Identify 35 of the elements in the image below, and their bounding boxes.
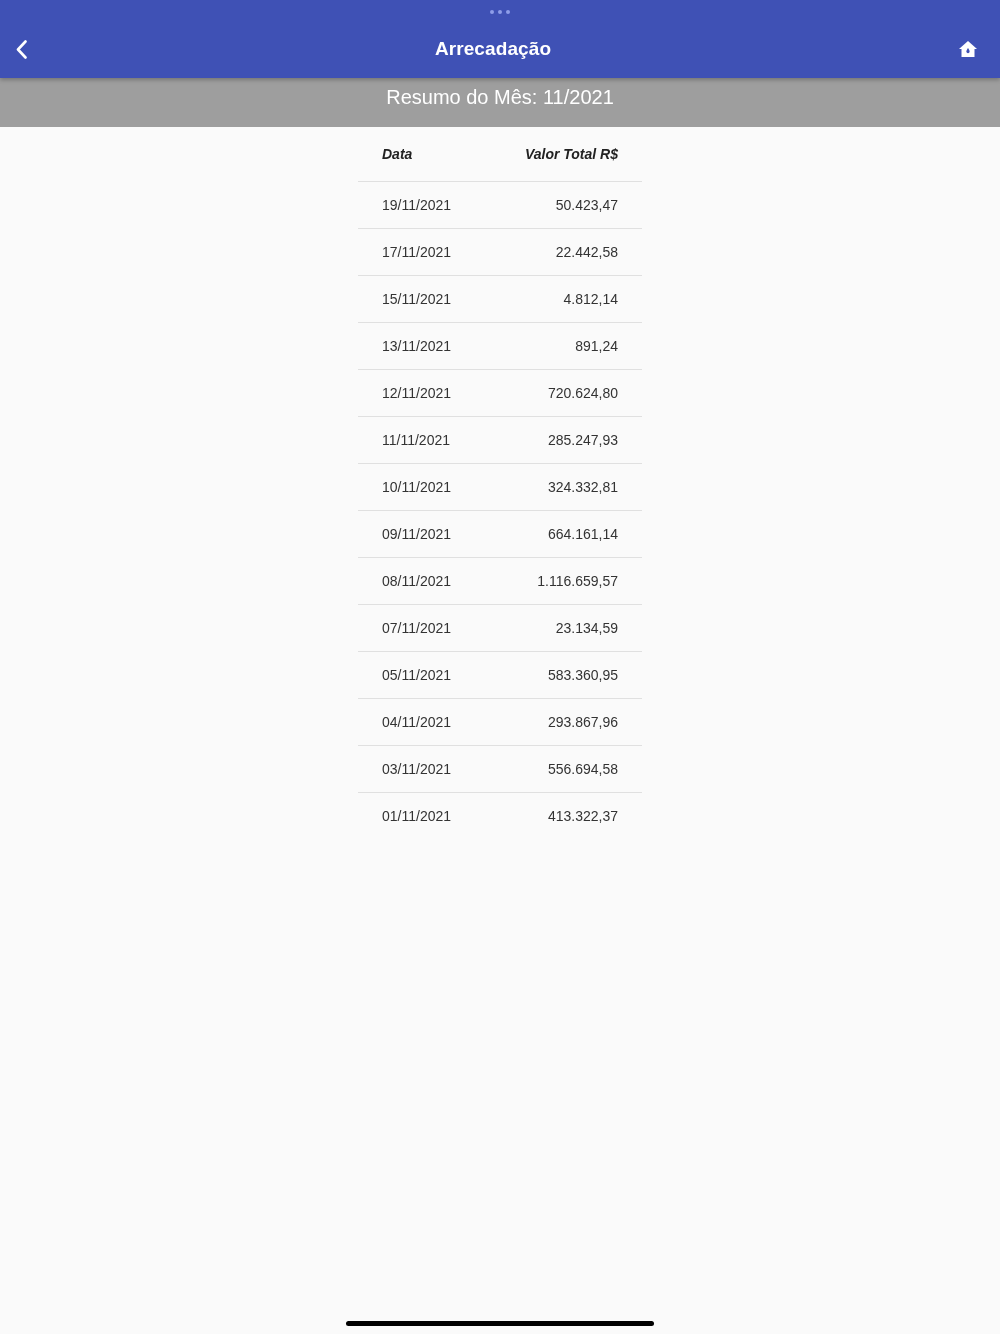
table-cell: 03/11/2021: [382, 760, 452, 778]
table-cell: 22.442,58: [555, 243, 618, 261]
table-cell: 12/11/2021: [382, 384, 452, 402]
table-cell: 07/11/2021: [382, 619, 452, 637]
table-cell: 15/11/2021: [382, 290, 452, 308]
table-cell: 720.624,80: [547, 384, 618, 402]
back-icon: [16, 39, 27, 59]
table-cell: 19/11/2021: [382, 196, 452, 214]
table-cell: 01/11/2021: [382, 807, 452, 825]
table-cell: 556.694,58: [547, 760, 618, 778]
table-cell: 324.332,81: [547, 478, 618, 496]
table-cell: 285.247,93: [547, 431, 618, 449]
column-header: Data: [382, 145, 413, 163]
table-cell: 04/11/2021: [382, 713, 452, 731]
table-cell: 583.360,95: [547, 666, 618, 684]
home-icon: [959, 41, 977, 57]
table-cell: 4.812,14: [563, 290, 618, 308]
summary-title: Resumo do Mês: 11/2021: [386, 85, 614, 109]
table-cell: 1.116.659,57: [537, 572, 618, 590]
table-cell: 413.322,37: [547, 807, 618, 825]
table-cell: 08/11/2021: [382, 572, 452, 590]
screen-title: Arrecadação: [434, 38, 552, 60]
table-cell: 09/11/2021: [382, 525, 452, 543]
table-cell: 05/11/2021: [382, 666, 452, 684]
table-cell: 293.867,96: [547, 713, 618, 731]
table-cell: 891,24: [575, 337, 618, 355]
ellipsis-icon[interactable]: [490, 10, 510, 14]
table-cell: 23.134,59: [555, 619, 618, 637]
table-cell: 17/11/2021: [382, 243, 452, 261]
table-cell: 11/11/2021: [382, 431, 450, 449]
table-cell: 50.423,47: [555, 196, 618, 214]
table-cell: 664.161,14: [547, 525, 618, 543]
table-cell: 10/11/2021: [382, 478, 452, 496]
column-header: Valor Total R$: [524, 145, 618, 163]
table-cell: 13/11/2021: [382, 337, 452, 355]
